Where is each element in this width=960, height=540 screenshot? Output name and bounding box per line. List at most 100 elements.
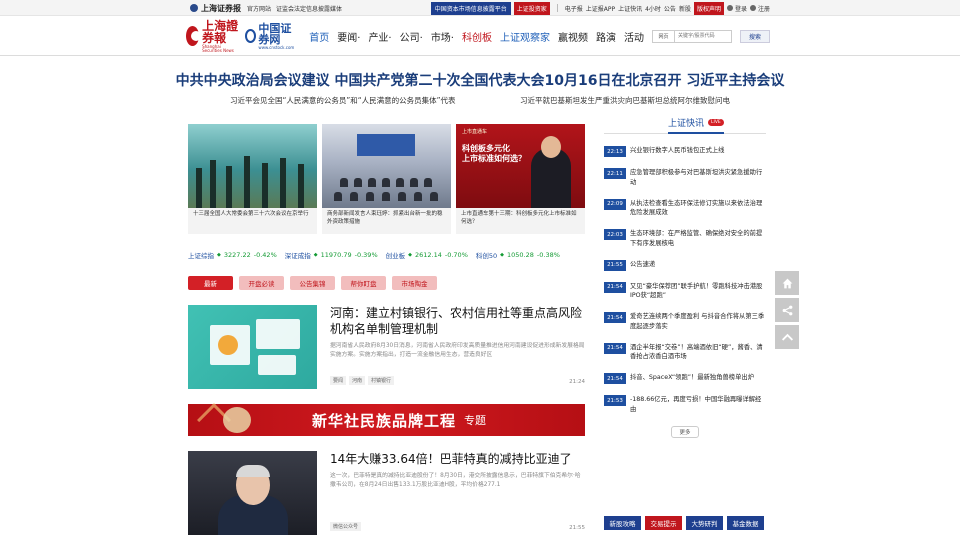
live-news-item[interactable]: 21:53 -188.66亿元，再度亏损！中国华融再曝详解经由 <box>604 395 766 415</box>
disclosure-media-text: 证监会法定信息披露媒体 <box>275 5 342 13</box>
official-site-link[interactable]: 官方网站 <box>247 6 271 13</box>
news-text[interactable]: 从执法检查看生态环保法修订实施以来依法治理危险发展成效 <box>630 199 766 219</box>
article-item[interactable]: 14年大赚33.64倍！巴菲特真的减持比亚迪了 这一次，巴菲特是真的减持比亚迪股… <box>188 451 585 535</box>
top-link-notice[interactable]: 公告 <box>664 4 676 13</box>
news-text[interactable]: 酒企半年报“交卷”！高端酒依旧“硬”，酱香、清香抢占浓香白酒市场 <box>630 343 766 363</box>
photo-tile-caption: 商务部新闻发言人束珏婷：抓紧出台新一批的稳外资政策措施 <box>322 208 451 234</box>
news-text[interactable]: 爱奇艺连续两个季度盈利 与抖音合作将从第三季度起逐步落实 <box>630 312 766 332</box>
home-icon <box>782 278 792 288</box>
index-name: 科创50 <box>475 252 498 260</box>
top-link-4hours[interactable]: 4小时 <box>645 4 661 13</box>
nav-item[interactable]: 要闻· <box>337 29 360 44</box>
register-link[interactable]: 注册 <box>749 4 770 13</box>
nav-item[interactable]: 产业· <box>368 29 391 44</box>
article-tag[interactable]: 河南 <box>349 376 366 385</box>
nav-item[interactable]: 活动 <box>624 29 644 44</box>
headline[interactable]: 中共中央政治局会议建议 中国共产党第二十次全国代表大会10月16日在北京召开 习… <box>0 70 960 90</box>
live-news-title[interactable]: 上证快讯 LIVE <box>668 114 724 134</box>
article-title[interactable]: 14年大赚33.64倍！巴菲特真的减持比亚迪了 <box>330 451 585 467</box>
investor-button[interactable]: 上证投资家 <box>513 1 550 15</box>
search-button[interactable]: 搜索 <box>740 29 770 43</box>
news-tab[interactable]: 开盘必读 <box>239 276 284 290</box>
article-thumbnail[interactable] <box>188 451 317 535</box>
article-tag[interactable]: 微信公众号 <box>330 522 362 531</box>
photo-tile[interactable]: 十三届全国人大常委会第三十六次会议在京举行 <box>188 124 317 234</box>
quick-link-button[interactable]: 交易提示 <box>645 516 682 530</box>
news-tab[interactable]: 最新 <box>188 276 233 290</box>
live-news-item[interactable]: 22:09 从执法检查看生态环保法修订实施以来依法治理危险发展成效 <box>604 198 766 219</box>
news-tab[interactable]: 帮你盯盘 <box>341 276 386 290</box>
news-tab[interactable]: 公告集锦 <box>290 276 335 290</box>
news-text[interactable]: 又见“豪华保荐团”联手护航！零跑科技冲击港股IPO获“超跑” <box>630 282 766 302</box>
article-summary: 据河南省人民政府8月30日消息，河南省人民政府印发高质量推进信用河南建设促进形成… <box>330 343 585 359</box>
search-bar: 网页 搜索 <box>652 29 770 43</box>
top-link-flash[interactable]: 上证快讯 <box>618 4 642 13</box>
ssnews-logo[interactable]: 上海證券報 Shanghai Securities News <box>186 20 241 53</box>
nav-item[interactable]: 市场· <box>431 29 454 44</box>
nav-item[interactable]: 科创板 <box>462 29 492 44</box>
article-thumbnail[interactable] <box>188 305 317 389</box>
top-link-app[interactable]: 上证报APP <box>586 4 615 13</box>
article-title[interactable]: 河南：建立村镇银行、农村信用社等重点高风险机构名单制管理机制 <box>330 305 585 337</box>
nav-item[interactable]: 路演 <box>596 29 616 44</box>
press-conference-photo <box>322 124 451 208</box>
top-link-epaper[interactable]: 电子报 <box>565 4 583 13</box>
share-icon <box>782 305 792 315</box>
live-news-item[interactable]: 21:54 酒企半年报“交卷”！高端酒依旧“硬”，酱香、清香抢占浓香白酒市场 <box>604 342 766 363</box>
search-input[interactable] <box>674 29 732 43</box>
disclosure-platform-button[interactable]: 中国资本市场信息披露平台 <box>430 1 511 15</box>
more-button[interactable]: 更多 <box>671 425 699 438</box>
brand-project-banner[interactable]: 新华社民族品牌工程 专题 <box>188 403 585 437</box>
search-scope-select[interactable]: 网页 <box>652 29 674 43</box>
market-index[interactable]: 创业板 ◆ 2612.14 -0.70% <box>386 250 468 260</box>
live-news-item[interactable]: 21:54 爱奇艺连续两个季度盈利 与抖音合作将从第三季度起逐步落实 <box>604 312 766 332</box>
quick-link-button[interactable]: 新股攻略 <box>604 516 641 530</box>
nav-item[interactable]: 首页 <box>309 29 329 44</box>
article-tag[interactable]: 村镇银行 <box>368 376 395 385</box>
home-button[interactable] <box>775 271 799 295</box>
news-text[interactable]: 兴业银行数字人民币钱包正式上线 <box>630 146 724 156</box>
photo-tile[interactable]: 上市直通车 科创板多元化 上市标准如何选？ 上市直通车第十三期：科创板多元化上市标… <box>456 124 585 234</box>
market-index[interactable]: 上证综指 ◆ 3227.22 -0.42% <box>188 250 277 260</box>
live-news-item[interactable]: 22:03 生态环境部：在严格监管、确保绝对安全的前提下有序发展核电 <box>604 229 766 249</box>
login-link[interactable]: 登录 <box>726 4 747 13</box>
news-text[interactable]: 抖音、SpaceX“领跑”！最新独角兽榜单出炉 <box>630 373 754 383</box>
live-news-item[interactable]: 22:13 兴业银行数字人民币钱包正式上线 <box>604 146 766 157</box>
market-index[interactable]: 深证成指 ◆ 11970.79 -0.39% <box>285 250 378 260</box>
nav-item[interactable]: 赢视频 <box>558 29 588 44</box>
floating-toolbar <box>775 271 799 352</box>
banner-subtitle: 专题 <box>464 414 487 427</box>
quick-links: 新股攻略 交易提示 大势研判 基金数据 <box>604 516 764 530</box>
news-text[interactable]: 生态环境部：在严格监管、确保绝对安全的前提下有序发展核电 <box>630 229 766 249</box>
news-text[interactable]: -188.66亿元，再度亏损！中国华融再曝详解经由 <box>630 395 766 415</box>
copyright-button[interactable]: 版权声明 <box>693 1 724 15</box>
ssnews-seal-icon <box>186 26 202 46</box>
cnstock-logo[interactable]: 中国证券网 www.cnstock.com <box>245 23 297 50</box>
top-logo[interactable]: 上海证券报 <box>190 3 241 14</box>
top-link-ipo[interactable]: 新股 <box>679 4 691 13</box>
news-tab[interactable]: 市场陶金 <box>392 276 437 290</box>
news-time: 21:53 <box>604 395 626 406</box>
sub-headline-1[interactable]: 习近平会见全国“人民满意的公务员”和“人民满意的公务员集体”代表 <box>230 95 456 106</box>
quick-link-button[interactable]: 大势研判 <box>686 516 723 530</box>
live-news-item[interactable]: 21:54 抖音、SpaceX“领跑”！最新独角兽榜单出炉 <box>604 373 766 384</box>
share-button[interactable] <box>775 298 799 322</box>
news-text[interactable]: 应急管理部积极参与对巴基斯坦洪灾紧急援助行动 <box>630 168 766 188</box>
index-name: 上证综指 <box>188 252 214 260</box>
nav-item[interactable]: 公司· <box>400 29 423 44</box>
live-news-item[interactable]: 22:11 应急管理部积极参与对巴基斯坦洪灾紧急援助行动 <box>604 168 766 188</box>
market-index-row: 上证综指 ◆ 3227.22 -0.42% 深证成指 ◆ 11970.79 -0.39% 创业板… <box>188 250 585 260</box>
news-time: 22:03 <box>604 229 626 240</box>
nav-item[interactable]: 上证观察家 <box>500 29 550 44</box>
live-news-item[interactable]: 21:55 公告速递 <box>604 259 766 271</box>
photo-tile[interactable]: 商务部新闻发言人束珏婷：抓紧出台新一批的稳外资政策措施 <box>322 124 451 234</box>
quick-link-button[interactable]: 基金数据 <box>727 516 764 530</box>
article-item[interactable]: 河南：建立村镇银行、农村信用社等重点高风险机构名单制管理机制 据河南省人民政府8… <box>188 305 585 389</box>
live-news-item[interactable]: 21:54 又见“豪华保荐团”联手护航！零跑科技冲击港股IPO获“超跑” <box>604 281 766 302</box>
market-index[interactable]: 科创50 ◆ 1050.28 -0.38% <box>476 250 560 260</box>
register-icon <box>749 5 756 11</box>
back-to-top-button[interactable] <box>775 325 799 349</box>
article-tag[interactable]: 要闻 <box>330 376 347 385</box>
sub-headline-2[interactable]: 习近平就巴基斯坦发生严重洪灾向巴基斯坦总统阿尔维致慰问电 <box>520 95 730 106</box>
news-text[interactable]: 公告速递 <box>630 260 655 270</box>
